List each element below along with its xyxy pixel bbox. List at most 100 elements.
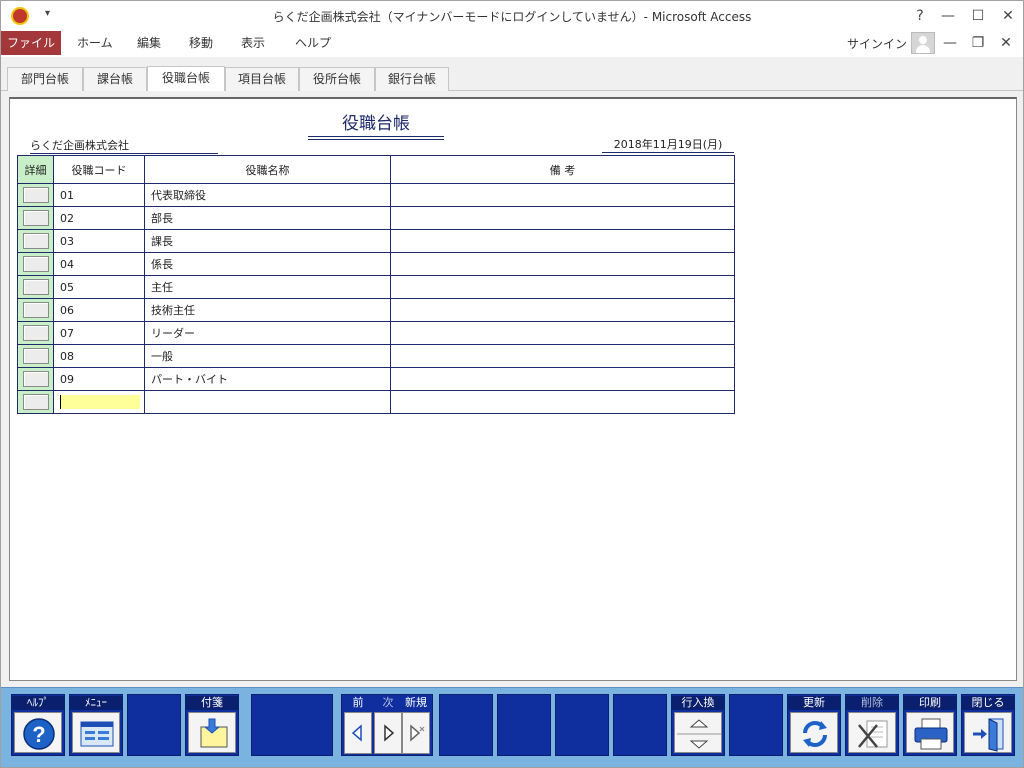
signin-link[interactable]: サインイン (847, 35, 907, 52)
inner-restore-button[interactable]: ❐ (967, 33, 989, 53)
tab-item[interactable]: 項目台帳 (225, 67, 299, 91)
new-record-icon (410, 724, 425, 742)
tab-bank[interactable]: 銀行台帳 (375, 67, 449, 91)
print-button[interactable]: 印刷 (903, 694, 957, 756)
new-label: 新規 (405, 696, 427, 709)
position-code-cell[interactable]: 08 (53, 344, 145, 368)
detail-button[interactable] (22, 302, 49, 318)
row-swap-button[interactable]: 行入換 (671, 694, 725, 756)
sticky-note-icon (188, 712, 236, 753)
detail-button[interactable] (22, 394, 49, 410)
menu-home[interactable]: ホーム (67, 31, 123, 55)
menu-edit[interactable]: 編集 (127, 31, 171, 55)
position-name-cell[interactable]: 課長 (144, 229, 391, 253)
menu-move[interactable]: 移動 (179, 31, 223, 55)
detail-button[interactable] (22, 233, 49, 249)
position-code-cell[interactable]: 04 (53, 252, 145, 276)
avatar[interactable] (911, 32, 935, 54)
position-code-cell[interactable]: 03 (53, 229, 145, 253)
position-name-cell[interactable]: 一般 (144, 344, 391, 368)
note-cell[interactable] (390, 252, 735, 276)
note-cell[interactable] (390, 367, 735, 391)
column-header-name: 役職名称 (144, 155, 391, 184)
tab-department[interactable]: 部門台帳 (7, 67, 83, 91)
blank-slot (251, 694, 333, 756)
position-code-cell[interactable]: 09 (53, 367, 145, 391)
note-cell[interactable] (390, 298, 735, 322)
position-code-cell[interactable]: 02 (53, 206, 145, 230)
note-cell[interactable] (390, 206, 735, 230)
position-name-cell[interactable]: 部長 (144, 206, 391, 230)
new-note-input[interactable] (390, 390, 735, 414)
update-button[interactable]: 更新 (787, 694, 841, 756)
note-cell[interactable] (390, 229, 735, 253)
column-header-note: 備 考 (390, 155, 735, 184)
position-code-cell[interactable]: 07 (53, 321, 145, 345)
detail-cell (17, 275, 54, 299)
menu-help[interactable]: ヘルプ (285, 31, 341, 55)
triangle-left-icon (351, 724, 362, 742)
detail-cell (17, 344, 54, 368)
detail-button[interactable] (22, 348, 49, 364)
new-code-input[interactable] (53, 390, 145, 414)
delete-button[interactable]: 削除 (845, 694, 899, 756)
position-name-cell[interactable]: 係長 (144, 252, 391, 276)
printer-icon (906, 712, 954, 753)
blank-slot (613, 694, 667, 756)
note-cell[interactable] (390, 183, 735, 207)
position-code-cell[interactable]: 01 (53, 183, 145, 207)
print-label: 印刷 (904, 696, 956, 710)
position-name-cell[interactable]: パート・バイト (144, 367, 391, 391)
menu-file[interactable]: ファイル (1, 31, 61, 55)
next-record-button[interactable] (374, 712, 402, 754)
detail-button[interactable] (22, 256, 49, 272)
menu-button[interactable]: ﾒﾆｭｰ (69, 694, 123, 756)
note-cell[interactable] (390, 321, 735, 345)
delete-label: 削除 (846, 696, 898, 710)
current-date: 2018年11月19日(月) (602, 136, 734, 153)
close-form-button[interactable]: 閉じる (961, 694, 1015, 756)
position-table: 詳細 役職コード 役職名称 備 考 01 代表取締役 02 部長 03 課長 04 係長 05 主… (17, 155, 735, 414)
exit-door-icon (964, 712, 1012, 753)
note-cell[interactable] (390, 344, 735, 368)
detail-cell (17, 183, 54, 207)
new-name-input[interactable] (144, 390, 391, 414)
detail-button[interactable] (22, 325, 49, 341)
position-name-cell[interactable]: 主任 (144, 275, 391, 299)
maximize-button[interactable]: ☐ (967, 6, 989, 26)
inner-close-button[interactable]: ✕ (995, 33, 1017, 53)
sticky-note-label: 付箋 (186, 696, 238, 710)
table-row: 05 主任 (17, 275, 735, 299)
help-button[interactable]: ﾍﾙﾌﾟ ? (11, 694, 65, 756)
detail-button[interactable] (22, 187, 49, 203)
title-bar: ▾ らくだ企画株式会社（マイナンバーモードにログインしていません）- Micro… (1, 1, 1023, 31)
sticky-note-button[interactable]: 付箋 (185, 694, 239, 756)
detail-button[interactable] (22, 371, 49, 387)
next-label: 次 (382, 696, 394, 709)
note-cell[interactable] (390, 275, 735, 299)
record-navigation: 前 次 新規 (341, 694, 433, 756)
close-form-label: 閉じる (962, 696, 1014, 710)
active-cell-cursor[interactable] (60, 395, 140, 409)
new-record-button[interactable] (402, 712, 430, 754)
prev-record-button[interactable] (344, 712, 372, 754)
detail-button[interactable] (22, 210, 49, 226)
position-code-cell[interactable]: 05 (53, 275, 145, 299)
menu-view[interactable]: 表示 (231, 31, 275, 55)
table-row: 08 一般 (17, 344, 735, 368)
detail-button[interactable] (22, 279, 49, 295)
table-row: 03 課長 (17, 229, 735, 253)
position-name-cell[interactable]: 技術主任 (144, 298, 391, 322)
tab-position[interactable]: 役職台帳 (147, 66, 225, 91)
blank-slot (497, 694, 551, 756)
help-icon[interactable]: ? (909, 6, 931, 26)
position-code-cell[interactable]: 06 (53, 298, 145, 322)
close-button[interactable]: ✕ (997, 6, 1019, 26)
minimize-button[interactable]: — (937, 6, 959, 26)
position-name-cell[interactable]: リーダー (144, 321, 391, 345)
tab-section[interactable]: 課台帳 (83, 67, 147, 91)
tab-office[interactable]: 役所台帳 (299, 67, 375, 91)
detail-cell (17, 367, 54, 391)
inner-minimize-button[interactable]: — (939, 33, 961, 53)
position-name-cell[interactable]: 代表取締役 (144, 183, 391, 207)
